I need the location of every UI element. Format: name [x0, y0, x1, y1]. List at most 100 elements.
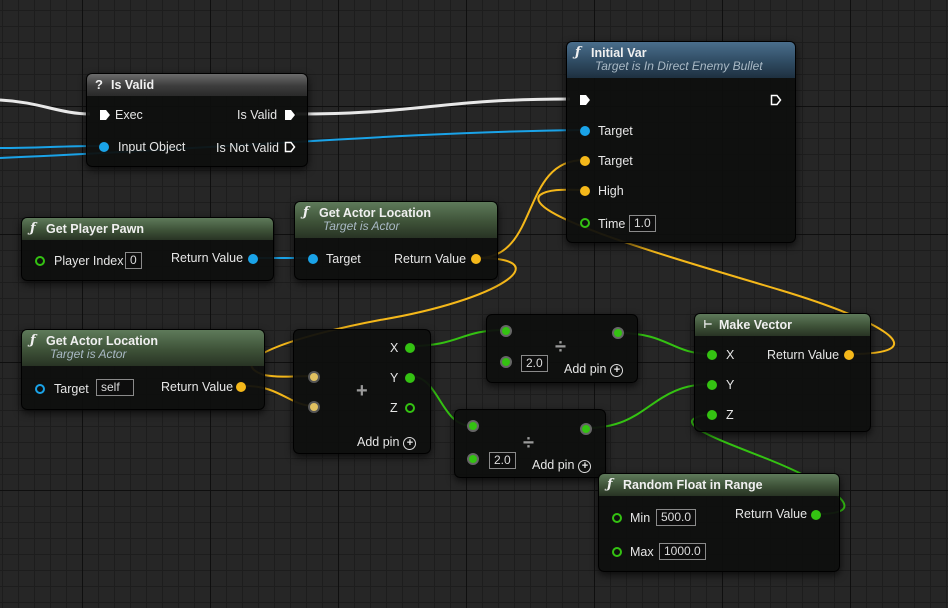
divide-node-1[interactable]: 2.0 ÷ Add pin + — [486, 314, 638, 383]
object-wire-1 — [0, 145, 101, 149]
actor-location-1-target-pin[interactable] — [308, 254, 318, 264]
make-vector-x-label: X — [726, 348, 735, 362]
initial-var-target2-label: Target — [598, 154, 633, 168]
make-vector-x-pin[interactable] — [707, 350, 717, 360]
random-float-return-pin[interactable] — [811, 510, 821, 520]
divide-2-input-a-pin[interactable] — [467, 420, 479, 432]
divide-1-value-input[interactable]: 2.0 — [521, 355, 548, 372]
min-pin[interactable] — [612, 513, 622, 523]
divide-1-output-pin[interactable] — [612, 327, 624, 339]
actor-location-1-return-label: Return Value — [394, 252, 467, 266]
initial-var-high-pin[interactable] — [580, 186, 590, 196]
max-input[interactable]: 1000.0 — [659, 543, 706, 560]
initial-var-subtitle: Target is In Direct Enemy Bullet — [595, 59, 763, 73]
make-vector-return-label: Return Value — [767, 348, 840, 362]
divide-1-add-pin-button[interactable]: Add pin + — [564, 362, 624, 377]
add-operator-icon: + — [356, 380, 368, 402]
get-actor-location-title-2: Get Actor Location — [46, 334, 159, 348]
add-x-label: X — [390, 341, 399, 355]
initial-var-node[interactable]: ƒ Initial Var Target is In Direct Enemy … — [566, 41, 796, 243]
add-z-pin[interactable] — [405, 403, 415, 413]
exec-wire — [0, 98, 91, 116]
get-player-pawn-header[interactable]: ƒ Get Player Pawn — [22, 218, 273, 240]
plus-icon: + — [403, 437, 417, 450]
initial-var-header[interactable]: ƒ Initial Var Target is In Direct Enemy … — [567, 42, 795, 78]
get-actor-location-subtitle-2: Target is Actor — [50, 347, 127, 361]
exec-wire-2 — [295, 97, 571, 116]
get-actor-location-header-1[interactable]: ƒ Get Actor Location Target is Actor — [295, 202, 497, 238]
initial-var-target2-pin[interactable] — [580, 156, 590, 166]
is-valid-node[interactable]: ? Is Valid Exec Is Valid Input Object Is… — [86, 73, 308, 167]
add-vector-node[interactable]: + X Y Z Add pin + — [293, 329, 431, 454]
exec-label: Exec — [115, 108, 143, 122]
player-index-pin[interactable] — [35, 256, 45, 266]
initial-var-target1-pin[interactable] — [580, 126, 590, 136]
player-pawn-return-pin[interactable] — [248, 254, 258, 264]
divide-2-add-pin-button[interactable]: Add pin + — [532, 458, 592, 473]
initial-var-title: Initial Var — [591, 46, 647, 60]
make-vector-title: Make Vector — [719, 318, 792, 332]
is-valid-label: Is Valid — [237, 108, 278, 122]
input-object-pin[interactable] — [99, 142, 109, 152]
make-vector-z-label: Z — [726, 408, 734, 422]
actor-location-2-return-pin[interactable] — [236, 382, 246, 392]
actor-location-2-return-label: Return Value — [161, 380, 234, 394]
random-float-header[interactable]: ƒ Random Float in Range — [599, 474, 839, 496]
get-player-pawn-title: Get Player Pawn — [46, 222, 144, 236]
divide-operator-icon: ÷ — [555, 336, 566, 358]
initial-var-high-label: High — [598, 184, 624, 198]
player-index-input[interactable]: 0 — [125, 252, 142, 269]
make-vector-return-pin[interactable] — [844, 350, 854, 360]
question-icon: ? — [95, 77, 103, 92]
make-vector-node[interactable]: ⊢ Make Vector X Y Z Return Value — [694, 313, 871, 432]
function-icon: ƒ — [30, 333, 36, 348]
random-float-node[interactable]: ƒ Random Float in Range Min 500.0 Max 10… — [598, 473, 840, 572]
actor-location-1-target-label: Target — [326, 252, 361, 266]
initial-var-target1-label: Target — [598, 124, 633, 138]
random-float-title: Random Float in Range — [623, 478, 763, 492]
actor-location-2-target-pin[interactable] — [35, 384, 45, 394]
is-valid-title: Is Valid — [111, 78, 155, 92]
divide-2-value-input[interactable]: 2.0 — [489, 452, 516, 469]
initial-var-time-pin[interactable] — [580, 218, 590, 228]
get-actor-location-node-1[interactable]: ƒ Get Actor Location Target is Actor Tar… — [294, 201, 498, 280]
actor-location-1-return-pin[interactable] — [471, 254, 481, 264]
divide-1-input-a-pin[interactable] — [500, 325, 512, 337]
add-y-pin[interactable] — [405, 373, 415, 383]
divide-2-input-b-pin[interactable] — [467, 453, 479, 465]
function-icon: ƒ — [607, 477, 613, 492]
make-vector-z-pin[interactable] — [707, 410, 717, 420]
is-valid-header[interactable]: ? Is Valid — [87, 74, 307, 96]
time-input[interactable]: 1.0 — [629, 215, 656, 232]
divide-node-2[interactable]: 2.0 ÷ Add pin + — [454, 409, 606, 478]
player-index-label: Player Index — [54, 254, 124, 268]
max-pin[interactable] — [612, 547, 622, 557]
min-label: Min — [630, 511, 651, 525]
make-vector-header[interactable]: ⊢ Make Vector — [695, 314, 870, 336]
random-float-return-label: Return Value — [735, 507, 808, 521]
plus-icon: + — [578, 460, 592, 473]
min-input[interactable]: 500.0 — [656, 509, 697, 526]
get-actor-location-node-2[interactable]: ƒ Get Actor Location Target is Actor Tar… — [21, 329, 265, 410]
get-actor-location-header-2[interactable]: ƒ Get Actor Location Target is Actor — [22, 330, 264, 366]
divide-operator-icon: ÷ — [523, 432, 534, 454]
add-input-b-pin[interactable] — [308, 401, 320, 413]
function-icon: ƒ — [575, 45, 581, 60]
function-icon: ƒ — [30, 221, 36, 236]
actor-location-2-target-label: Target — [54, 382, 89, 396]
make-vector-y-label: Y — [726, 378, 735, 392]
plus-icon: + — [610, 364, 624, 377]
max-label: Max — [630, 545, 654, 559]
get-actor-location-subtitle-1: Target is Actor — [323, 219, 400, 233]
make-vector-y-pin[interactable] — [707, 380, 717, 390]
add-z-label: Z — [390, 401, 398, 415]
divide-1-input-b-pin[interactable] — [500, 356, 512, 368]
target-self-input[interactable]: self — [96, 379, 134, 396]
get-player-pawn-node[interactable]: ƒ Get Player Pawn Player Index 0 Return … — [21, 217, 274, 281]
divide-2-output-pin[interactable] — [580, 423, 592, 435]
add-x-pin[interactable] — [405, 343, 415, 353]
initial-var-time-label: Time — [598, 217, 626, 231]
add-input-a-pin[interactable] — [308, 371, 320, 383]
is-not-valid-label: Is Not Valid — [216, 141, 279, 155]
add-pin-button[interactable]: Add pin + — [357, 435, 417, 450]
